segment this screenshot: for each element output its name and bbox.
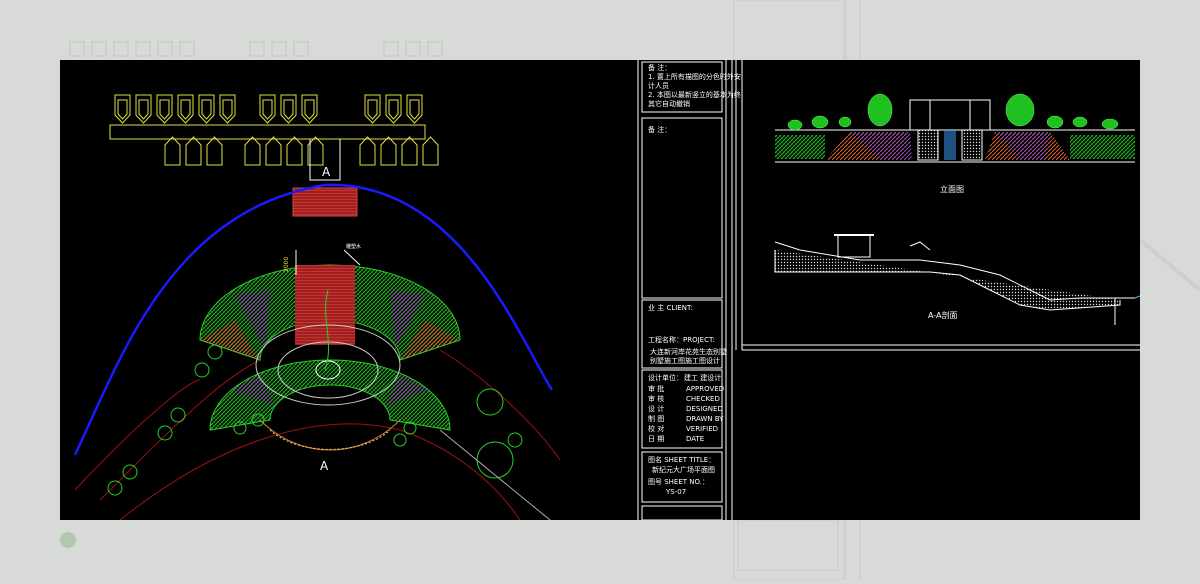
remarks-label: 备 注： — [648, 126, 672, 134]
row-value: CHECKED — [686, 395, 720, 403]
elevation-title: 立面图 — [940, 184, 964, 194]
project-name-1: 大连新河岸花苑生态别墅 — [650, 348, 727, 356]
design-label: 设计单位： — [648, 374, 683, 382]
note-1b: 计人员 — [648, 82, 669, 90]
row-label: 校 对 — [648, 425, 665, 433]
row-value: DATE — [686, 435, 705, 443]
notes-header: 备 注： — [648, 64, 672, 72]
entrance-paving — [292, 187, 358, 217]
parking-stalls — [109, 94, 439, 181]
plan-view: A 2000 雕塑水 A — [73, 94, 561, 520]
project-label: 工程名称：PROJECT: — [648, 336, 715, 344]
section-title: A-A剖面 — [928, 310, 957, 320]
sheet-no-label: 图号 SHEET NO.： — [648, 478, 709, 486]
row-label: 审 批 — [648, 385, 665, 393]
dimension-label: 2000 — [283, 257, 290, 272]
section-marker-bottom: A — [320, 459, 329, 473]
fan-plaza: 2000 雕塑水 — [199, 243, 461, 451]
project-name-2: 别墅施工图施工图设计 — [650, 357, 720, 365]
sheet-title-label: 图名 SHEET TITLE： — [648, 456, 716, 464]
section-view: A-A剖面 — [774, 234, 1140, 325]
client-label: 业 主 CLIENT: — [648, 304, 693, 312]
section-marker-top: A — [322, 165, 331, 179]
row-value: VERIFIED — [686, 425, 719, 433]
sheet-no-value: YS-07 — [666, 488, 687, 496]
row-label: 审 核 — [648, 395, 665, 403]
row-label: 制 图 — [648, 415, 665, 423]
row-value: APPROVED — [686, 385, 725, 393]
elevation-view: 立面图 — [775, 93, 1135, 194]
title-block-frame — [637, 60, 1140, 520]
note-1: 1. 置上所有描图的分色时外安 — [648, 73, 741, 81]
row-label: 设 计 — [648, 405, 665, 413]
row-value: DESIGNED — [686, 405, 723, 413]
note-2b: 其它自动撤销 — [648, 100, 690, 108]
cad-drawing-canvas[interactable]: A 2000 雕塑水 A 立面图 A-A剖面 备 注： 1. 置上所有描图的分色… — [60, 60, 1140, 520]
note-2: 2. 本图以最新竖立的基本为终 — [648, 91, 741, 99]
row-value: DRAWN BY — [686, 415, 724, 423]
row-label: 日 期 — [648, 435, 665, 443]
sheet-title-value: 新纪元大广场平面图 — [652, 466, 715, 474]
callout-label: 雕塑水 — [346, 243, 361, 250]
cad-drawing: A 2000 雕塑水 A 立面图 A-A剖面 — [73, 60, 1140, 520]
design-value: 建工 建设计 — [684, 374, 722, 382]
